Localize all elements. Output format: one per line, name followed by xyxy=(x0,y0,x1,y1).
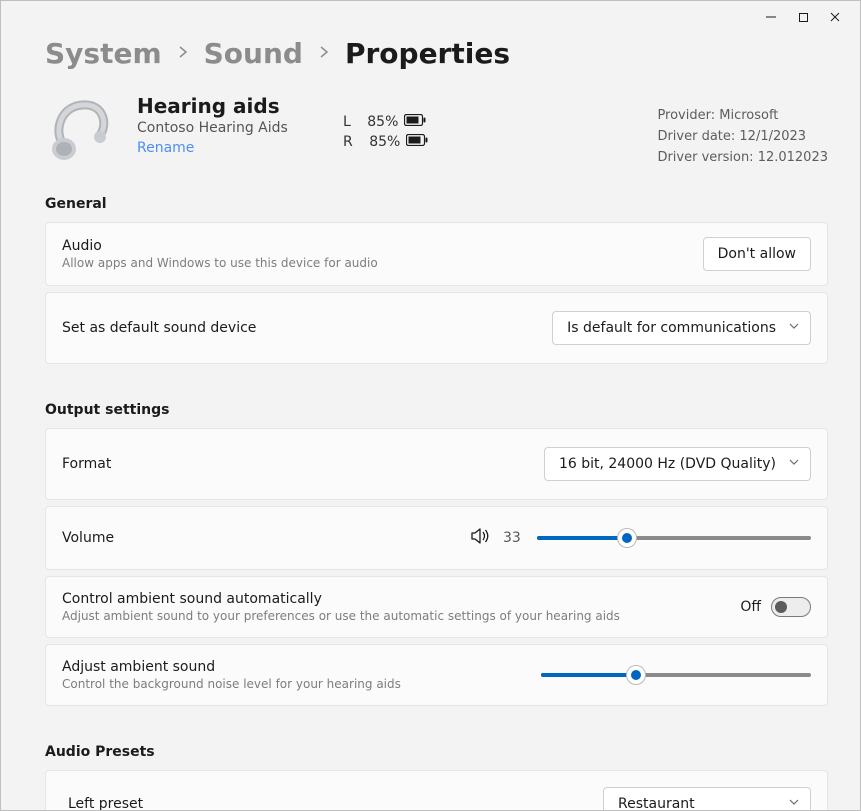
rename-link[interactable]: Rename xyxy=(137,140,317,156)
audio-title: Audio xyxy=(62,238,378,254)
breadcrumb: System Sound Properties xyxy=(45,33,828,90)
chevron-down-icon xyxy=(788,320,800,336)
device-manufacturer: Contoso Hearing Aids xyxy=(137,120,317,136)
breadcrumb-properties: Properties xyxy=(345,37,510,70)
driver-provider: Provider: Microsoft xyxy=(657,106,828,127)
section-output-title: Output settings xyxy=(45,402,828,418)
ambient-auto-title: Control ambient sound automatically xyxy=(62,591,620,607)
hearing-aid-icon xyxy=(45,94,117,166)
default-device-dropdown[interactable]: Is default for communications xyxy=(552,311,811,345)
settings-window: System Sound Properties Heari xyxy=(0,0,861,811)
format-dropdown[interactable]: 16 bit, 24000 Hz (DVD Quality) xyxy=(544,447,811,481)
ambient-auto-state: Off xyxy=(740,599,761,615)
speaker-icon[interactable] xyxy=(471,527,491,549)
battery-left-label: L xyxy=(343,114,351,130)
close-button[interactable] xyxy=(828,10,842,24)
ambient-adjust-subtitle: Control the background noise level for y… xyxy=(62,677,401,691)
volume-title: Volume xyxy=(62,530,114,546)
breadcrumb-sound[interactable]: Sound xyxy=(204,37,303,70)
ambient-adjust-title: Adjust ambient sound xyxy=(62,659,401,675)
chevron-right-icon xyxy=(176,45,190,63)
battery-icon xyxy=(406,134,428,150)
device-meta: Hearing aids Contoso Hearing Aids Rename xyxy=(137,94,317,156)
card-ambient-adjust: Adjust ambient sound Control the backgro… xyxy=(45,644,828,706)
dont-allow-button[interactable]: Don't allow xyxy=(703,237,811,271)
card-volume: Volume 33 xyxy=(45,506,828,570)
chevron-down-icon xyxy=(788,796,800,810)
maximize-button[interactable] xyxy=(796,10,810,24)
breadcrumb-system[interactable]: System xyxy=(45,37,162,70)
titlebar xyxy=(1,1,860,33)
chevron-right-icon xyxy=(317,45,331,63)
battery-block: L 85% R 85% xyxy=(343,94,428,150)
format-title: Format xyxy=(62,456,111,472)
battery-right: R 85% xyxy=(343,134,428,150)
chevron-down-icon xyxy=(788,456,800,472)
content-area: System Sound Properties Heari xyxy=(1,33,860,810)
driver-info: Provider: Microsoft Driver date: 12/1/20… xyxy=(657,94,828,168)
left-preset-title: Left preset xyxy=(68,796,143,810)
driver-date: Driver date: 12/1/2023 xyxy=(657,127,828,148)
driver-version: Driver version: 12.012023 xyxy=(657,148,828,169)
battery-icon xyxy=(404,114,426,130)
default-device-value: Is default for communications xyxy=(567,320,776,336)
format-value: 16 bit, 24000 Hz (DVD Quality) xyxy=(559,456,776,472)
section-general-title: General xyxy=(45,196,828,212)
card-audio: Audio Allow apps and Windows to use this… xyxy=(45,222,828,286)
card-ambient-auto: Control ambient sound automatically Adju… xyxy=(45,576,828,638)
battery-right-value: 85% xyxy=(369,134,400,150)
battery-left: L 85% xyxy=(343,114,428,130)
minimize-button[interactable] xyxy=(764,10,778,24)
card-left-preset: Left preset Restaurant xyxy=(45,770,828,810)
battery-right-label: R xyxy=(343,134,353,150)
ambient-slider[interactable] xyxy=(541,666,811,684)
device-header: Hearing aids Contoso Hearing Aids Rename… xyxy=(45,90,828,190)
left-preset-value: Restaurant xyxy=(618,796,695,810)
ambient-auto-subtitle: Adjust ambient sound to your preferences… xyxy=(62,609,620,623)
card-format: Format 16 bit, 24000 Hz (DVD Quality) xyxy=(45,428,828,500)
section-presets-title: Audio Presets xyxy=(45,744,828,760)
audio-subtitle: Allow apps and Windows to use this devic… xyxy=(62,256,378,270)
ambient-auto-toggle[interactable] xyxy=(771,597,811,617)
battery-left-value: 85% xyxy=(367,114,398,130)
left-preset-dropdown[interactable]: Restaurant xyxy=(603,787,811,810)
default-device-title: Set as default sound device xyxy=(62,320,256,336)
volume-slider[interactable] xyxy=(537,529,811,547)
volume-value: 33 xyxy=(503,530,525,546)
card-default-device: Set as default sound device Is default f… xyxy=(45,292,828,364)
device-name: Hearing aids xyxy=(137,94,317,118)
